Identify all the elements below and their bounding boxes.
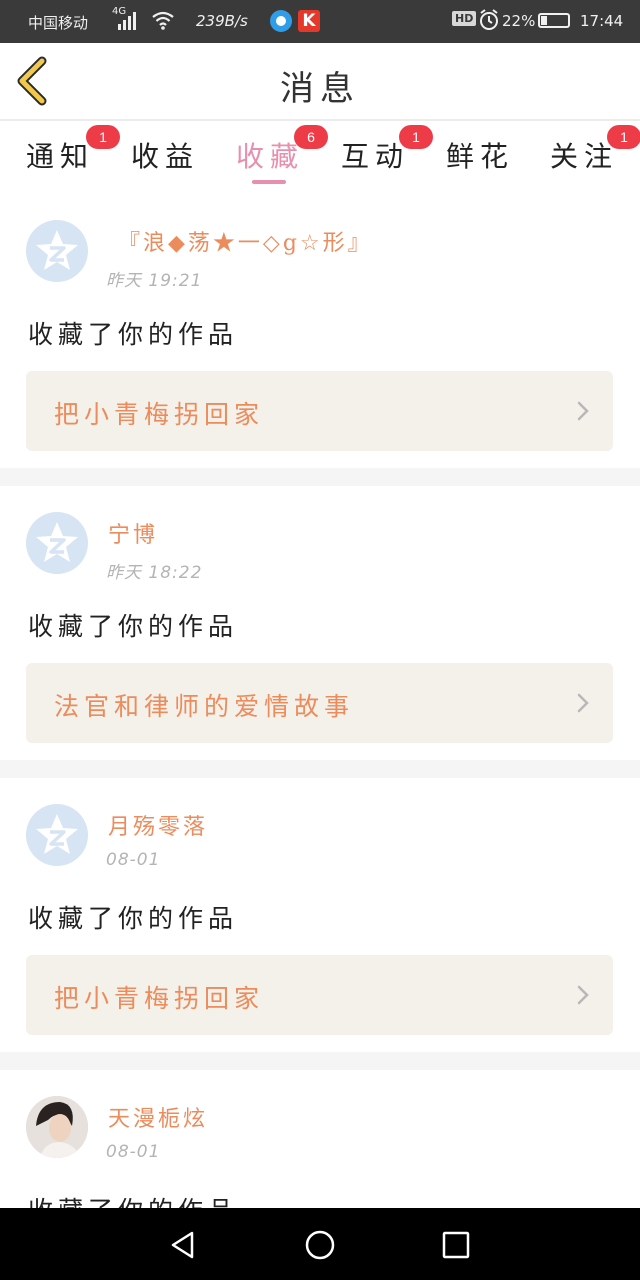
carrier-label: 中国移动: [28, 14, 89, 32]
message-time: 08-01: [106, 1142, 161, 1162]
signal-icon: [118, 10, 136, 30]
title-bar: 消息: [0, 43, 640, 119]
work-link[interactable]: 把小青梅拐回家: [26, 371, 613, 451]
tab-follow[interactable]: 关注 1: [550, 125, 640, 175]
user-name[interactable]: 宁博: [108, 517, 158, 549]
divider: [0, 1052, 640, 1070]
network-speed: 239B/s: [196, 12, 248, 30]
app-icon: K: [298, 10, 320, 32]
default-avatar-icon[interactable]: [26, 512, 88, 574]
tab-label: 互动: [341, 140, 410, 173]
work-title: 把小青梅拐回家: [54, 984, 265, 1013]
battery-percent: 22%: [502, 12, 536, 30]
divider: [0, 760, 640, 778]
tab-label: 收藏: [236, 140, 305, 173]
message-time: 昨天 18:22: [106, 563, 203, 583]
tab-label: 收益: [131, 140, 200, 173]
tab-notice[interactable]: 通知 1: [26, 125, 120, 175]
work-title: 法官和律师的爱情故事: [54, 692, 355, 721]
tab-label: 通知: [26, 140, 95, 173]
chevron-right-icon: [577, 401, 589, 421]
user-name[interactable]: 天漫栀炫: [108, 1101, 208, 1133]
tab-badge: 1: [607, 125, 640, 149]
tab-favorites[interactable]: 收藏 6: [236, 125, 328, 175]
app-icon: [270, 10, 292, 32]
tab-interaction[interactable]: 互动 1: [341, 125, 433, 175]
tab-bar: 通知 1 收益 收藏 6 互动 1 鲜花 关注 1: [0, 121, 640, 197]
tab-flowers[interactable]: 鲜花: [446, 135, 514, 175]
message-card: 宁博 昨天 18:22 收藏了你的作品 法官和律师的爱情故事: [0, 486, 640, 760]
work-link[interactable]: 法官和律师的爱情故事: [26, 663, 613, 743]
tab-earnings[interactable]: 收益: [131, 135, 199, 175]
message-action: 收藏了你的作品: [28, 320, 239, 349]
back-triangle-icon[interactable]: [166, 1228, 200, 1262]
chevron-right-icon: [577, 985, 589, 1005]
user-photo[interactable]: [26, 1096, 88, 1158]
tab-badge: 6: [294, 125, 328, 149]
divider: [0, 468, 640, 486]
message-card: 『浪◆荡★一◇g☆形』 昨天 19:21 收藏了你的作品 把小青梅拐回家: [0, 197, 640, 468]
user-name[interactable]: 『浪◆荡★一◇g☆形』: [118, 225, 373, 257]
default-avatar-icon[interactable]: [26, 804, 88, 866]
chevron-right-icon: [577, 693, 589, 713]
default-avatar-icon[interactable]: [26, 220, 88, 282]
system-nav-bar: [0, 1208, 640, 1280]
message-action: 收藏了你的作品: [28, 1191, 238, 1208]
alarm-icon: [478, 8, 500, 36]
tab-badge: 1: [399, 125, 433, 149]
tab-label: 鲜花: [446, 140, 515, 173]
message-action: 收藏了你的作品: [28, 904, 239, 933]
message-time: 昨天 19:21: [106, 271, 203, 291]
clock: 17:44: [580, 12, 624, 30]
hd-indicator: HD: [452, 11, 477, 26]
work-link[interactable]: 把小青梅拐回家: [26, 955, 613, 1035]
home-circle-icon[interactable]: [303, 1228, 337, 1262]
wifi-icon: [151, 9, 175, 35]
user-name[interactable]: 月殇零落: [108, 809, 208, 841]
message-card: 月殇零落 08-01 收藏了你的作品 把小青梅拐回家: [0, 778, 640, 1052]
message-action: 收藏了你的作品: [28, 612, 239, 641]
message-time: 08-01: [106, 850, 161, 870]
work-title: 把小青梅拐回家: [54, 400, 265, 429]
tab-label: 关注: [550, 140, 619, 173]
status-bar: 中国移动 4G 239B/s K HD 22% 17:44: [0, 0, 640, 43]
active-tab-indicator: [252, 180, 286, 184]
recents-square-icon[interactable]: [439, 1228, 473, 1262]
page-title: 消息: [280, 69, 360, 109]
tab-badge: 1: [86, 125, 120, 149]
battery-icon: [538, 13, 570, 28]
message-card: 天漫栀炫 08-01 收藏了你的作品: [0, 1070, 640, 1208]
